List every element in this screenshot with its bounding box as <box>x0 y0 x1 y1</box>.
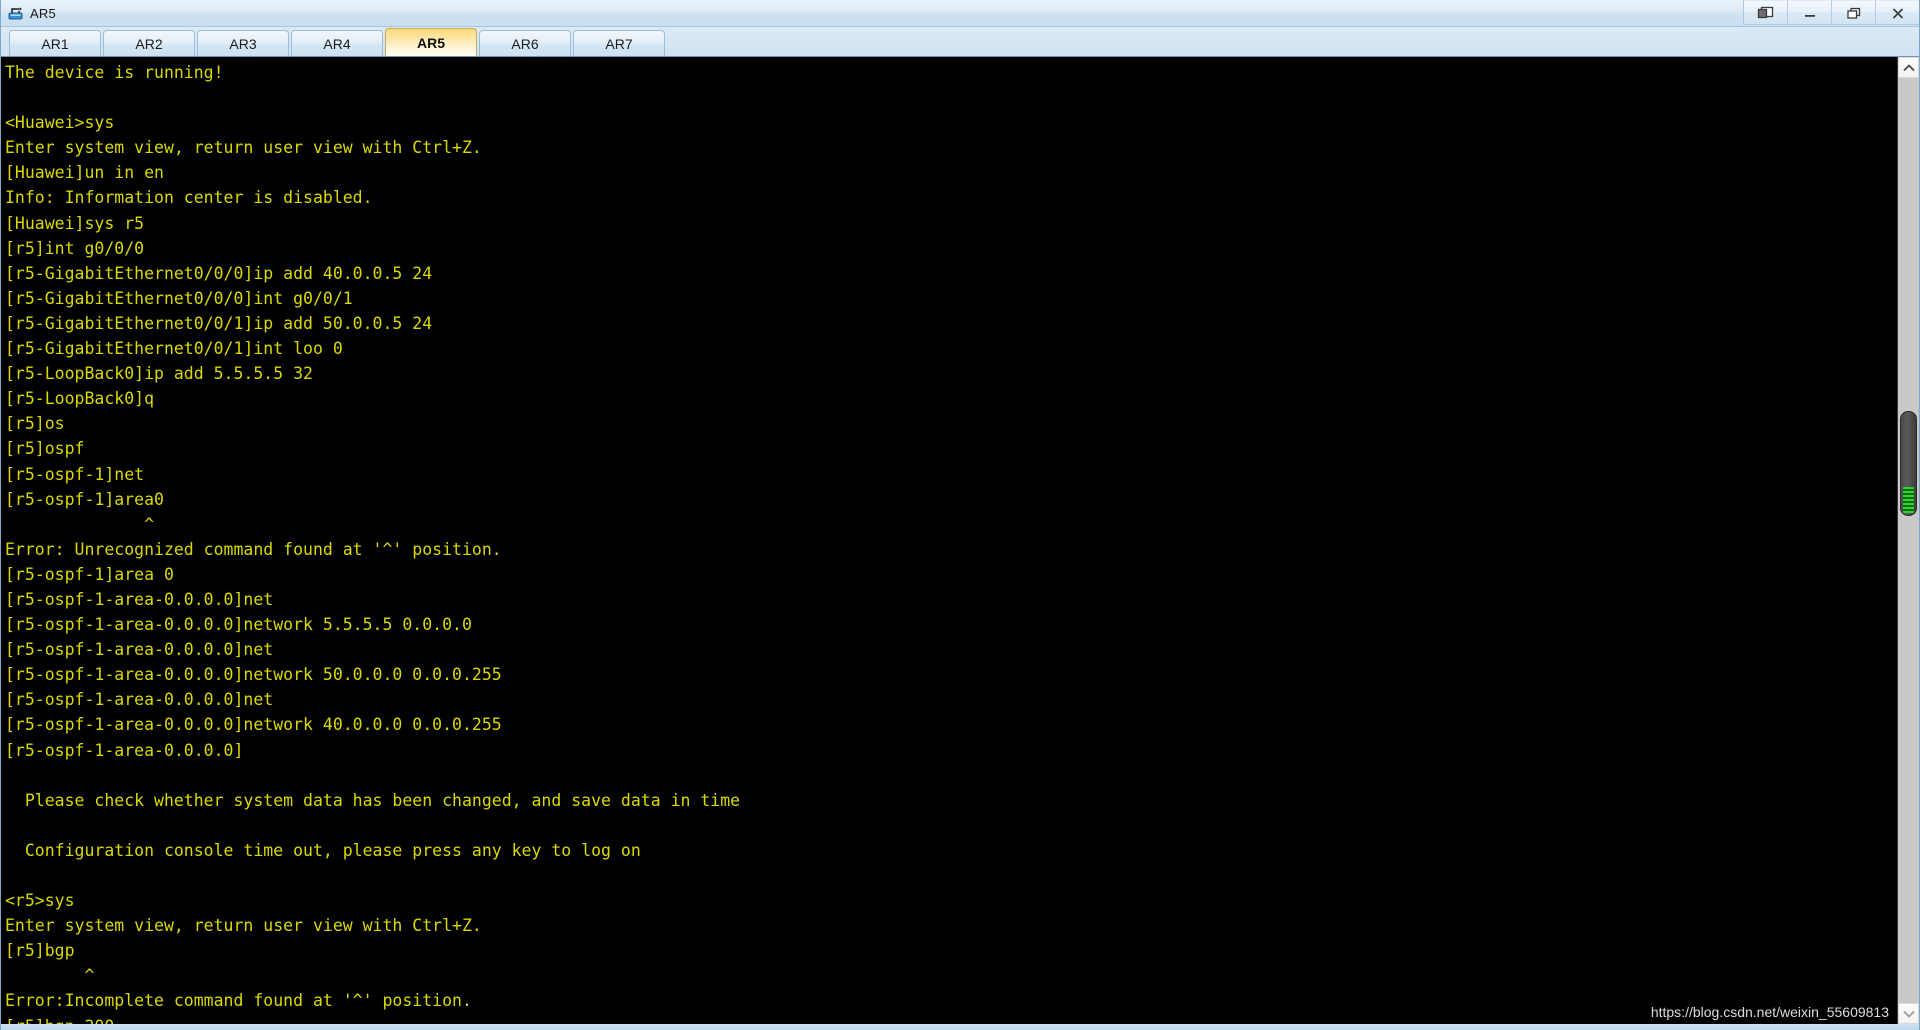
restore-down-button[interactable] <box>1743 0 1787 25</box>
maximize-button[interactable] <box>1831 0 1875 25</box>
title-bar: AR5 <box>1 0 1919 27</box>
router-icon <box>7 4 25 22</box>
tab-label: AR1 <box>41 35 69 52</box>
tab-ar7[interactable]: AR7 <box>573 30 665 56</box>
scroll-up-button[interactable] <box>1898 57 1919 78</box>
console-output-pane[interactable]: The device is running! <Huawei>sys Enter… <box>1 57 1897 1024</box>
tab-label: AR2 <box>135 35 163 52</box>
terminal-area: The device is running! <Huawei>sys Enter… <box>1 56 1919 1024</box>
tab-label: AR7 <box>605 35 633 52</box>
tab-ar1[interactable]: AR1 <box>9 30 101 56</box>
console-text: The device is running! <Huawei>sys Enter… <box>5 63 741 1024</box>
tab-ar6[interactable]: AR6 <box>479 30 571 56</box>
vertical-scrollbar[interactable] <box>1897 57 1919 1024</box>
tab-label: AR4 <box>323 35 351 52</box>
status-bar <box>1 1024 1919 1030</box>
close-button[interactable] <box>1875 0 1919 25</box>
tab-label: AR5 <box>416 34 445 51</box>
scroll-down-button[interactable] <box>1898 1003 1919 1024</box>
device-tab-strip: AR1 AR2 AR3 AR4 AR5 AR6 AR7 <box>1 27 1919 56</box>
tab-label: AR3 <box>229 35 257 52</box>
scrollbar-track[interactable] <box>1898 78 1919 1003</box>
window-title: AR5 <box>30 5 56 21</box>
tab-ar2[interactable]: AR2 <box>103 30 195 56</box>
minimize-button[interactable] <box>1787 0 1831 25</box>
tab-ar4[interactable]: AR4 <box>291 30 383 56</box>
window-controls <box>1743 0 1919 26</box>
tab-ar5[interactable]: AR5 <box>385 28 477 56</box>
tab-ar3[interactable]: AR3 <box>197 30 289 56</box>
scrollbar-grip-icon <box>1903 487 1914 513</box>
emulator-window: AR5 AR1 AR2 AR3 AR4 AR5 AR6 AR7 The devi… <box>0 0 1920 1030</box>
tab-label: AR6 <box>511 35 539 52</box>
scrollbar-thumb[interactable] <box>1900 411 1917 516</box>
